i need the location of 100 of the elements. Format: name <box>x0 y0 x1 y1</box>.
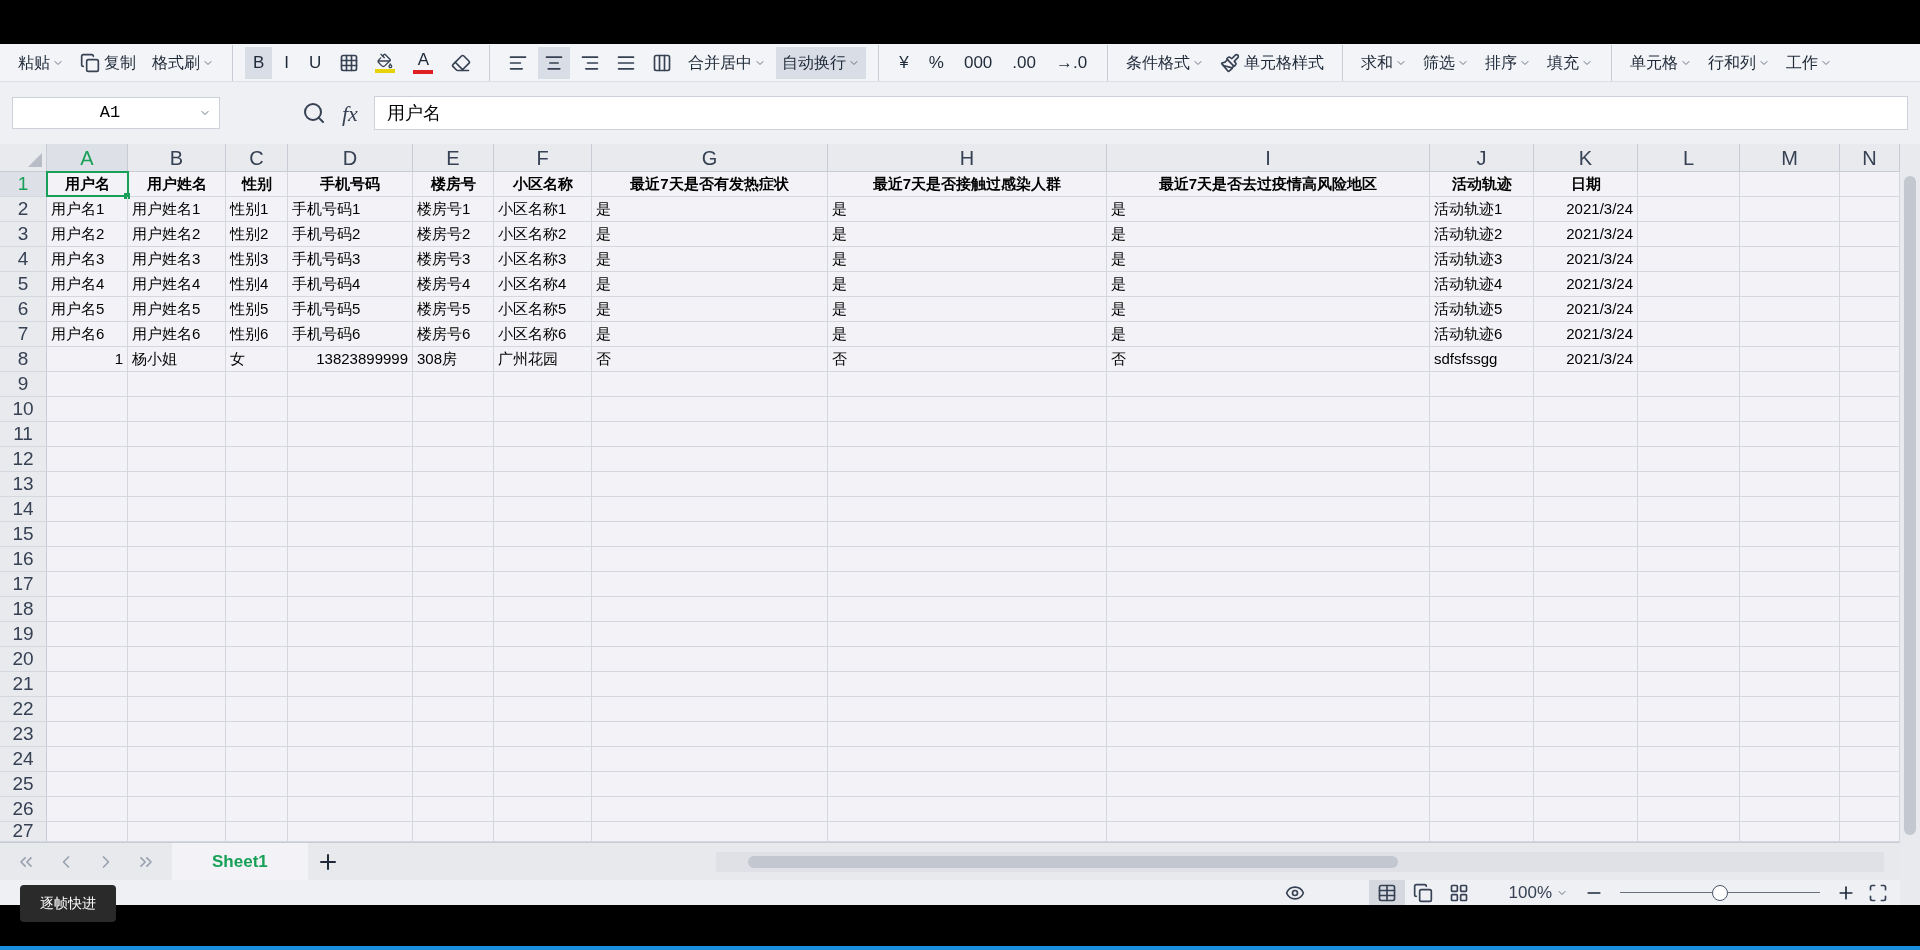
ribbon-button[interactable]: 粘贴 <box>12 46 70 79</box>
table-cell-text: 手机号码3 <box>292 248 361 269</box>
row-header[interactable]: 24 <box>0 747 47 771</box>
ribbon-button[interactable]: 自动换行 <box>776 46 867 79</box>
table-cell-text: 是 <box>1111 298 1126 319</box>
column-title: 活动轨迹 <box>1451 173 1512 194</box>
formula-field[interactable]: 用户名 <box>373 96 1908 130</box>
zoom-level[interactable]: 100% <box>1508 880 1552 905</box>
table-cell-text: 楼房号1 <box>417 198 471 219</box>
row-header[interactable]: 23 <box>0 722 47 746</box>
column-title: 楼房号 <box>430 173 476 194</box>
row-header[interactable]: 22 <box>0 697 47 721</box>
table-cell-text: 2021/3/24 <box>1566 198 1633 219</box>
row-header[interactable]: 21 <box>0 672 47 696</box>
ribbon-button[interactable]: ¥ <box>891 46 917 79</box>
grid-icon <box>1376 882 1397 903</box>
column-header[interactable]: M <box>1740 144 1840 171</box>
column-title: 手机号码 <box>320 173 380 194</box>
row-header[interactable]: 2 <box>0 197 47 221</box>
column-header[interactable]: E <box>413 144 494 171</box>
eraser-icon <box>451 52 472 73</box>
vertical-scrollbar[interactable] <box>1900 144 1920 905</box>
ribbon-button[interactable]: 工作 <box>1780 46 1839 79</box>
ribbon-button[interactable]: I <box>276 46 298 79</box>
column-header[interactable]: F <box>494 144 592 171</box>
row-header[interactable]: 6 <box>0 297 47 321</box>
column-header[interactable]: G <box>592 144 828 171</box>
name-box[interactable]: A1 <box>12 97 220 129</box>
row-header[interactable]: 3 <box>0 222 47 246</box>
column-header[interactable]: L <box>1638 144 1740 171</box>
ribbon-button[interactable]: 单元格样式 <box>1214 46 1331 79</box>
row-header[interactable]: 19 <box>0 622 47 646</box>
ribbon-button[interactable]: 排序 <box>1479 46 1538 79</box>
table-cell-text: 用户名6 <box>51 323 105 344</box>
row-header[interactable]: 18 <box>0 597 47 621</box>
ribbon-button[interactable]: B <box>245 46 273 79</box>
column-header[interactable]: H <box>828 144 1107 171</box>
ribbon-button[interactable]: →.0 <box>1047 46 1096 79</box>
row-header[interactable]: 26 <box>0 797 47 821</box>
pages-icon <box>1412 882 1433 903</box>
slider-thumb[interactable] <box>1712 884 1728 901</box>
ribbon-button[interactable]: 条件格式 <box>1120 46 1211 79</box>
ribbon-button[interactable]: 复制 <box>74 46 142 79</box>
zoom-icon[interactable] <box>302 101 326 125</box>
row-header[interactable]: 25 <box>0 772 47 796</box>
row-header[interactable]: 13 <box>0 472 47 496</box>
ribbon-button[interactable]: 筛选 <box>1417 46 1476 79</box>
row-header[interactable]: 9 <box>0 372 47 396</box>
column-header[interactable]: B <box>128 144 226 171</box>
table-cell-text: 活动轨迹5 <box>1434 298 1503 319</box>
table-cell-text: 13823899999 <box>316 348 408 369</box>
row-header[interactable]: 5 <box>0 272 47 296</box>
table-cell-text: 2021/3/24 <box>1566 323 1633 344</box>
table-cell-text: 用户名4 <box>51 273 105 294</box>
row-header[interactable]: 27 <box>0 822 47 841</box>
column-header[interactable]: I <box>1107 144 1430 171</box>
row-header[interactable]: 20 <box>0 647 47 671</box>
row-header[interactable]: 11 <box>0 422 47 446</box>
column-header[interactable]: C <box>226 144 288 171</box>
ribbon-button[interactable]: 求和 <box>1355 46 1414 79</box>
table-cell-text: 手机号码1 <box>292 198 361 219</box>
fx-label: fx <box>342 99 358 128</box>
horizontal-scrollbar[interactable] <box>715 851 1884 872</box>
ribbon-button[interactable] <box>538 46 571 79</box>
table-cell-text: 小区名称2 <box>498 223 567 244</box>
ribbon-button[interactable]: 行和列 <box>1702 46 1777 79</box>
row-header[interactable]: 12 <box>0 447 47 471</box>
table-cell-text: 活动轨迹1 <box>1434 198 1503 219</box>
row-header[interactable]: 10 <box>0 397 47 421</box>
ribbon-button[interactable]: 单元格 <box>1624 46 1699 79</box>
row-header[interactable]: 17 <box>0 572 47 596</box>
row-header[interactable]: 15 <box>0 522 47 546</box>
table-cell-text: 是 <box>1111 248 1126 269</box>
ribbon-button[interactable]: 000 <box>955 46 1001 79</box>
tooltip: 逐帧快进 <box>20 885 116 922</box>
row-header[interactable]: 8 <box>0 347 47 371</box>
view-button[interactable] <box>1368 880 1405 905</box>
ribbon-button[interactable]: 合并居中 <box>682 46 773 79</box>
column-title: 性别 <box>241 173 272 194</box>
zoom-slider[interactable] <box>1620 884 1820 901</box>
column-header[interactable]: K <box>1534 144 1638 171</box>
font-color-button[interactable]: A <box>405 46 442 79</box>
column-header[interactable]: D <box>288 144 413 171</box>
ribbon-button[interactable]: U <box>301 46 330 79</box>
table-cell-text: 手机号码6 <box>292 323 361 344</box>
fullscreen-icon[interactable] <box>1868 882 1888 903</box>
row-header[interactable]: 14 <box>0 497 47 521</box>
table-cell-text: 是 <box>1111 323 1126 344</box>
ribbon-button[interactable]: 填充 <box>1541 46 1600 79</box>
ribbon-button[interactable]: % <box>920 46 952 79</box>
row-header[interactable]: 7 <box>0 322 47 346</box>
row-header[interactable]: 16 <box>0 547 47 571</box>
column-header[interactable]: J <box>1430 144 1534 171</box>
ribbon-button[interactable]: 格式刷 <box>146 46 220 79</box>
table-cell-text: 小区名称1 <box>498 198 567 219</box>
table-cell-text: 性别3 <box>230 248 269 269</box>
row-header[interactable]: 4 <box>0 247 47 271</box>
column-title: 小区名称 <box>512 173 573 194</box>
table-cell-text: 是 <box>832 248 847 269</box>
ribbon-button[interactable]: .00 <box>1004 46 1044 79</box>
